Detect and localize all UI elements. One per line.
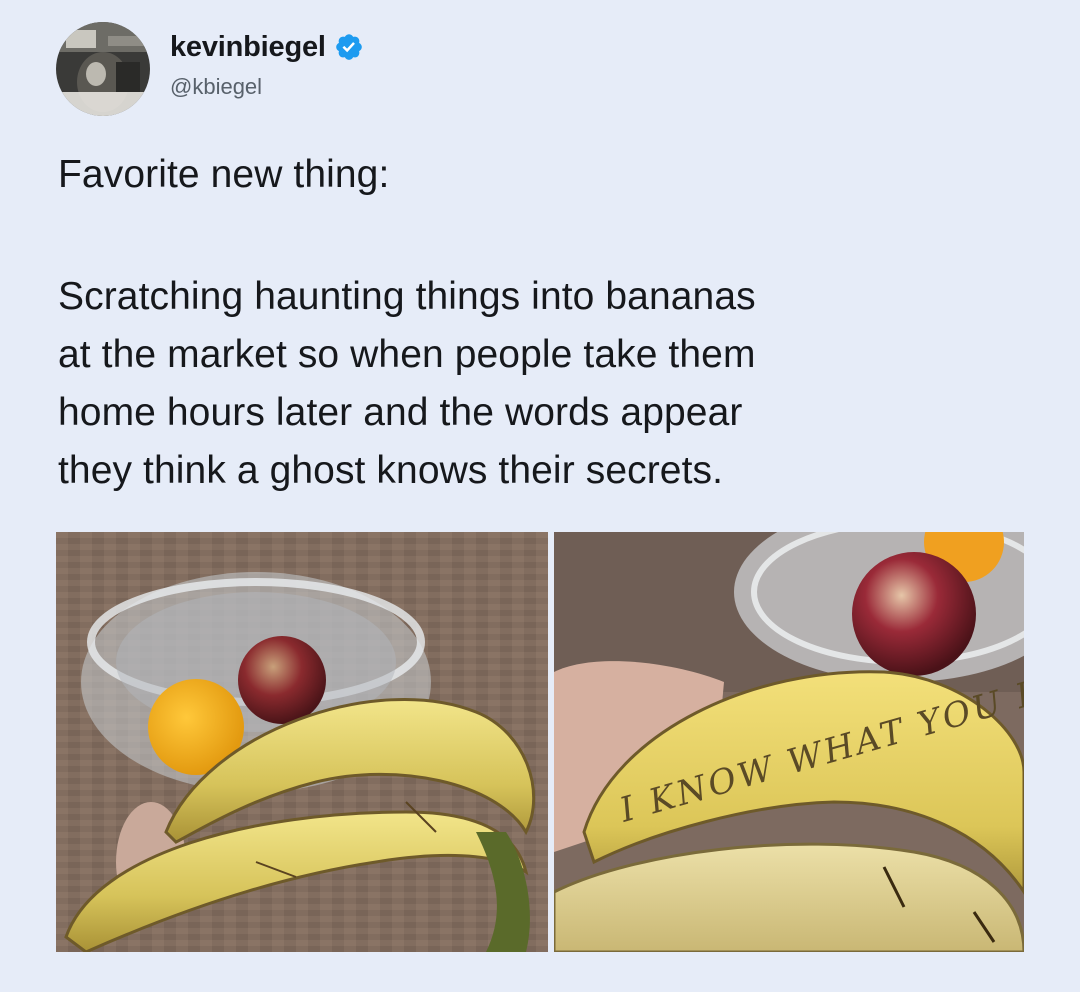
tweet-text-first-line: Favorite new thing: — [58, 153, 390, 196]
name-row: kevinbiegel — [170, 31, 364, 64]
display-name[interactable]: kevinbiegel — [170, 31, 326, 64]
tweet-media: I KNOW WHAT YOU DID — [56, 532, 1024, 952]
photo-scratched-banana[interactable]: I KNOW WHAT YOU DID — [554, 532, 1024, 952]
photo-scratched-banana-image: I KNOW WHAT YOU DID — [554, 532, 1024, 952]
verified-badge-icon — [335, 34, 362, 60]
tweet-header: kevinbiegel @kbiegel — [56, 22, 364, 116]
tweet-text-line: home hours later and the words appear — [58, 391, 743, 434]
tweet-card: kevinbiegel @kbiegel Favorite new thing:… — [0, 0, 1080, 992]
tweet-text-line: at the market so when people take them — [58, 333, 756, 376]
photo-bananas-bowl-image — [56, 532, 548, 952]
avatar[interactable] — [56, 22, 150, 116]
tweet-text-line: they think a ghost knows their secrets. — [58, 449, 724, 492]
user-info: kevinbiegel @kbiegel — [170, 31, 364, 100]
tweet-text-line: Scratching haunting things into bananas — [58, 275, 756, 318]
avatar-image — [56, 22, 150, 116]
user-handle[interactable]: @kbiegel — [170, 74, 364, 100]
photo-bananas-bowl[interactable] — [56, 532, 548, 952]
tweet-text-body: Scratching haunting things into bananas … — [58, 268, 1058, 500]
